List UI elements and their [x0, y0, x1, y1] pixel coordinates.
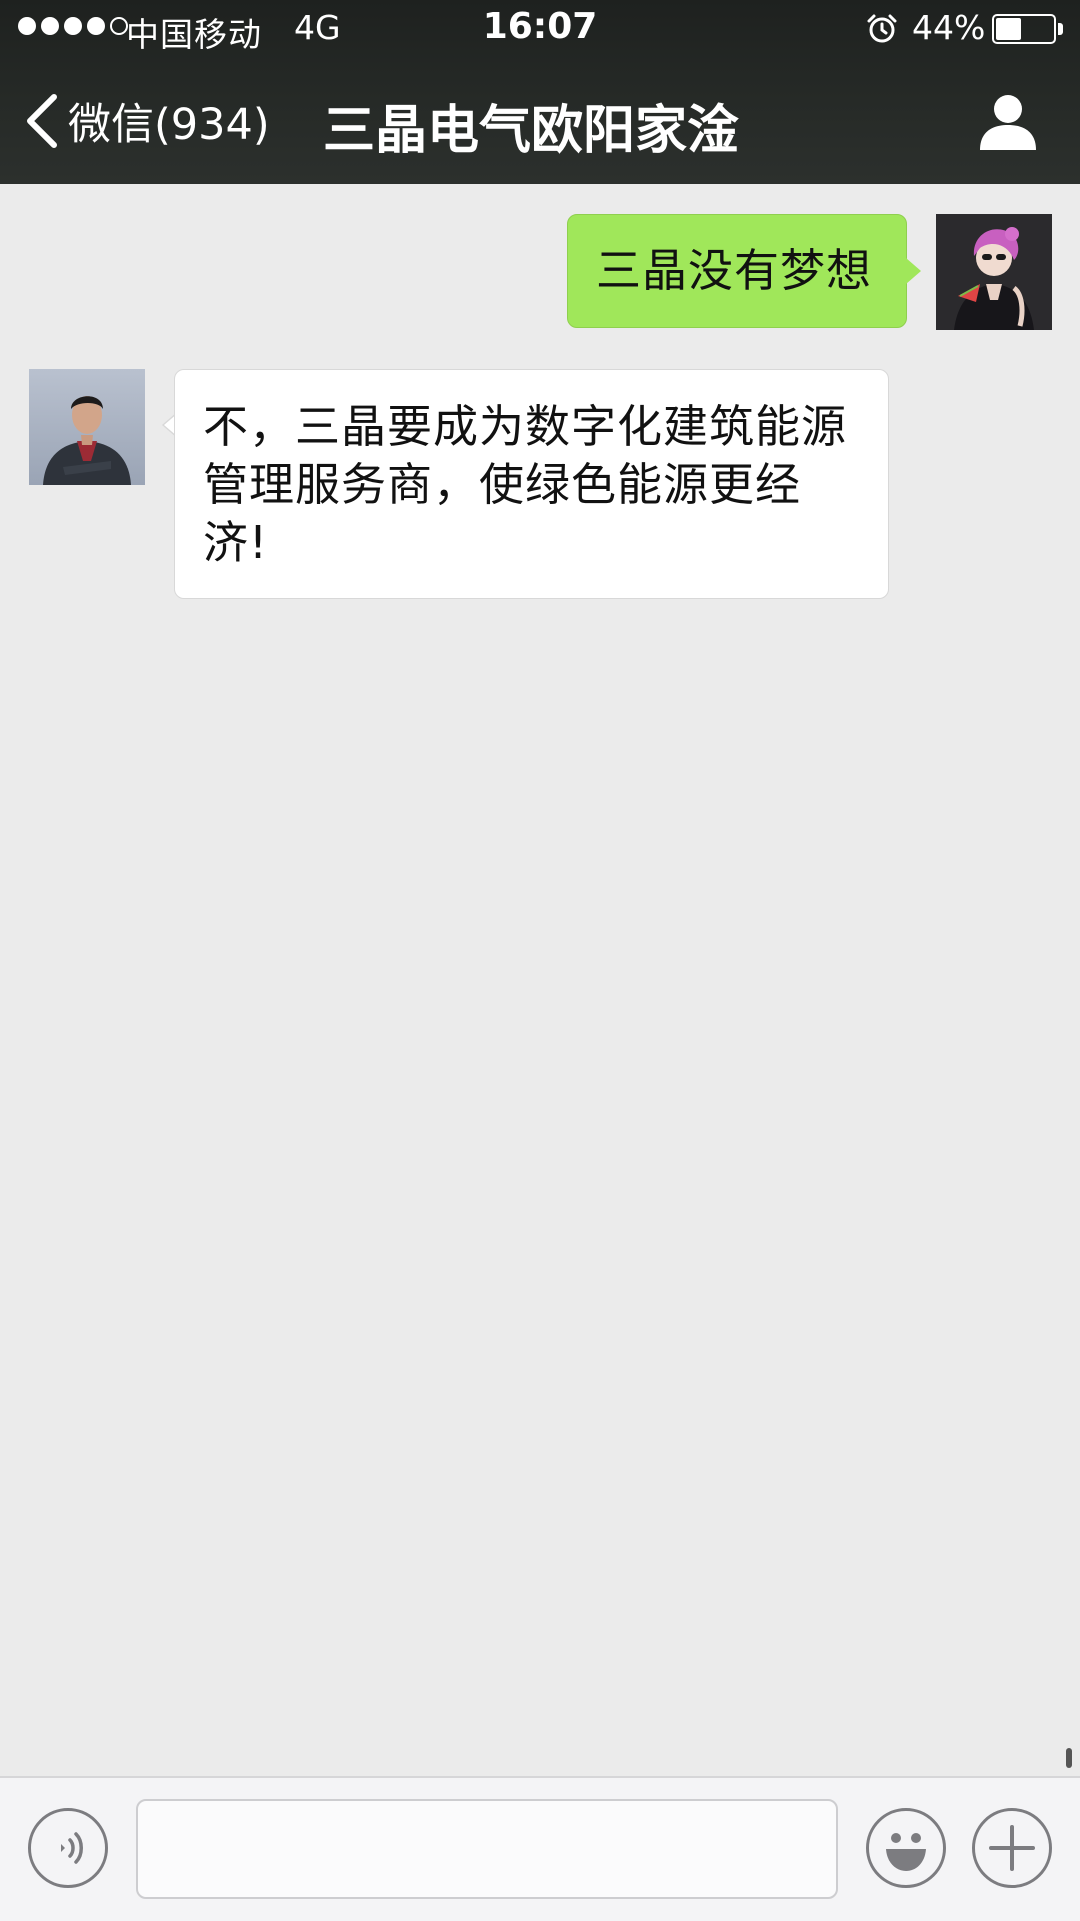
- top-bar: 中国移动 4G 16:07 44% 微信(934) 三晶电气欧阳家淦: [0, 0, 1080, 184]
- avatar-illustration: [936, 214, 1052, 330]
- voice-toggle-button[interactable]: [28, 1808, 108, 1888]
- battery-percentage: 44%: [912, 8, 986, 47]
- plus-icon: [989, 1825, 1035, 1871]
- message-text-line: 不，三晶要成为数字化建筑能源: [203, 400, 848, 453]
- message-input[interactable]: [136, 1799, 838, 1899]
- more-button[interactable]: [972, 1808, 1052, 1888]
- smiley-icon: [886, 1833, 926, 1871]
- message-text: 三晶没有梦想: [596, 244, 873, 297]
- my-avatar[interactable]: [936, 214, 1052, 330]
- navigation-bar: 微信(934) 三晶电气欧阳家淦: [0, 58, 1080, 184]
- back-button[interactable]: 微信(934): [22, 90, 270, 152]
- person-icon[interactable]: [976, 92, 1040, 152]
- chat-area[interactable]: 三晶没有梦想 不，三晶要成为数字化建筑能源 管理服务商，使绿色能源更经 济!: [0, 184, 1080, 1776]
- received-message-bubble[interactable]: 不，三晶要成为数字化建筑能源 管理服务商，使绿色能源更经 济!: [174, 369, 889, 599]
- message-text-line: 济!: [203, 516, 269, 569]
- status-bar: 中国移动 4G 16:07 44%: [0, 0, 1080, 58]
- bubble-tail: [906, 258, 921, 284]
- chevron-left-icon: [27, 94, 57, 148]
- battery-level-fill: [996, 18, 1021, 40]
- contact-avatar[interactable]: [29, 369, 145, 485]
- chat-title: 三晶电气欧阳家淦: [323, 101, 740, 161]
- message-text-line: 管理服务商，使绿色能源更经: [203, 458, 802, 511]
- voice-icon: [61, 1832, 83, 1864]
- avatar-photo: [29, 369, 145, 485]
- battery-icon: [992, 14, 1056, 44]
- battery-tip: [1058, 23, 1063, 35]
- back-button-label: 微信(934): [68, 100, 270, 150]
- sent-message-bubble[interactable]: 三晶没有梦想: [567, 214, 907, 328]
- scroll-indicator[interactable]: [1066, 1748, 1072, 1768]
- input-bar: [0, 1776, 1080, 1921]
- alarm-clock-icon: [867, 14, 897, 43]
- emoji-button[interactable]: [866, 1808, 946, 1888]
